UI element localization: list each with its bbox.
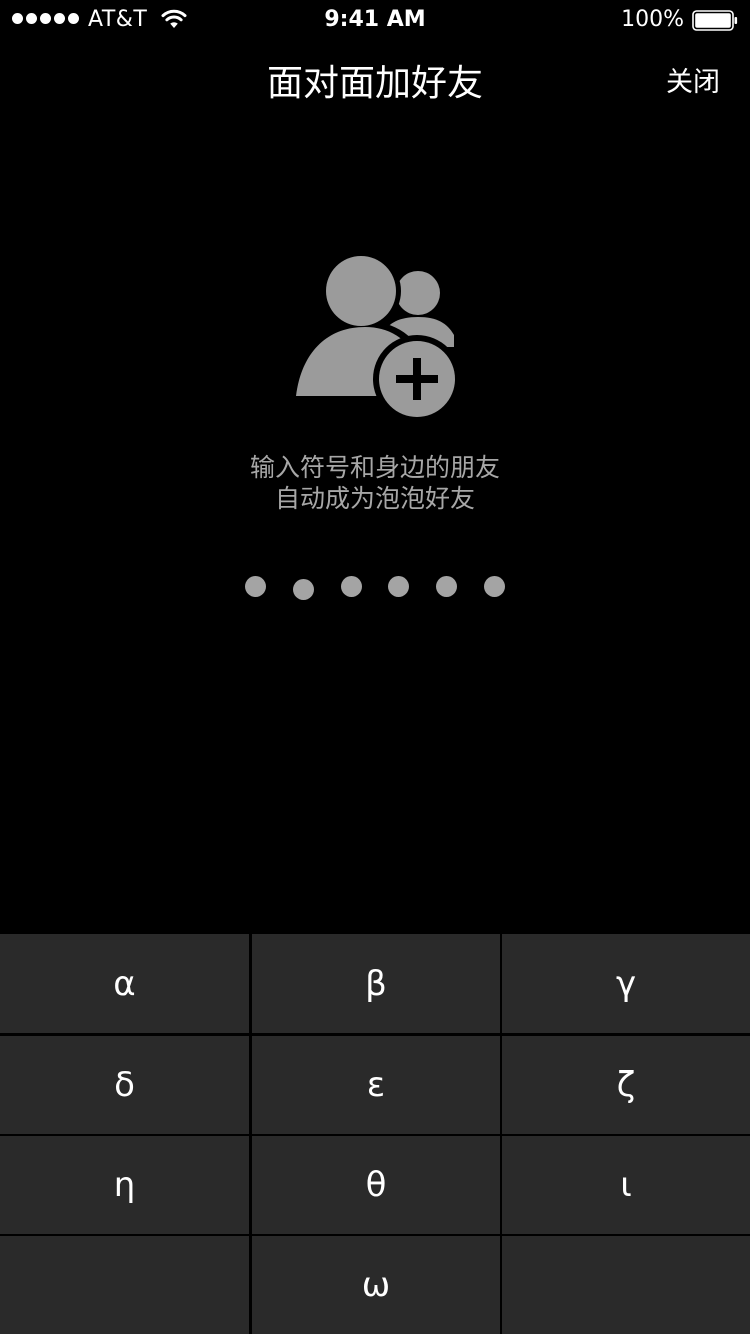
keypad-key[interactable]: ω <box>252 1236 500 1334</box>
keypad-key-label: ω <box>361 1265 391 1305</box>
code-dot <box>388 576 410 597</box>
keypad-key-label: α <box>113 963 136 1004</box>
keypad-key[interactable]: ζ <box>502 1036 750 1134</box>
keypad-key[interactable]: ε <box>252 1036 500 1134</box>
greek-keypad: α β γ δ ε ζ η θ ι ω <box>0 934 750 1334</box>
code-dot <box>245 576 266 597</box>
code-dot <box>340 576 362 597</box>
code-indicator <box>245 576 507 600</box>
keypad-key-empty <box>502 1236 750 1334</box>
keypad-key[interactable]: γ <box>502 934 750 1033</box>
keypad-key-label: δ <box>114 1065 135 1105</box>
code-dot <box>292 579 314 600</box>
page-title: 面对面加好友 <box>266 63 483 104</box>
close-button[interactable]: 关闭 <box>666 66 720 100</box>
battery-percent: 100% <box>621 7 684 32</box>
keypad-key-label: γ <box>615 963 637 1004</box>
code-dot <box>436 576 458 597</box>
add-friends-icon <box>295 255 457 417</box>
keypad-key[interactable]: θ <box>252 1136 500 1234</box>
hint-line-1: 输入符号和身边的朋友 <box>249 453 500 482</box>
keypad-key-label: θ <box>365 1165 387 1205</box>
keypad-key[interactable]: ι <box>502 1136 750 1234</box>
keypad-key[interactable]: α <box>0 934 249 1033</box>
hint-text: 输入符号和身边的朋友 自动成为泡泡好友 <box>0 452 750 514</box>
code-dot <box>484 576 505 597</box>
face-to-face-add-friend-screen: AT&T 9:41 AM 100% 面对面加好友 关闭 输入符号和身边的朋友 自… <box>0 0 750 1334</box>
keypad-key-label: ζ <box>616 1065 636 1105</box>
keypad-key[interactable]: η <box>0 1136 249 1234</box>
battery-icon <box>692 10 738 31</box>
status-bar: AT&T 9:41 AM 100% <box>0 0 750 40</box>
keypad-key-empty <box>0 1236 249 1334</box>
keypad-key[interactable]: δ <box>0 1036 249 1134</box>
keypad-key[interactable]: β <box>252 934 500 1033</box>
keypad-key-label: η <box>113 1165 136 1205</box>
keypad-key-label: β <box>365 963 387 1004</box>
keypad-key-label: ε <box>366 1065 386 1105</box>
keypad-key-label: ι <box>620 1165 632 1205</box>
hint-line-2: 自动成为泡泡好友 <box>274 484 475 513</box>
